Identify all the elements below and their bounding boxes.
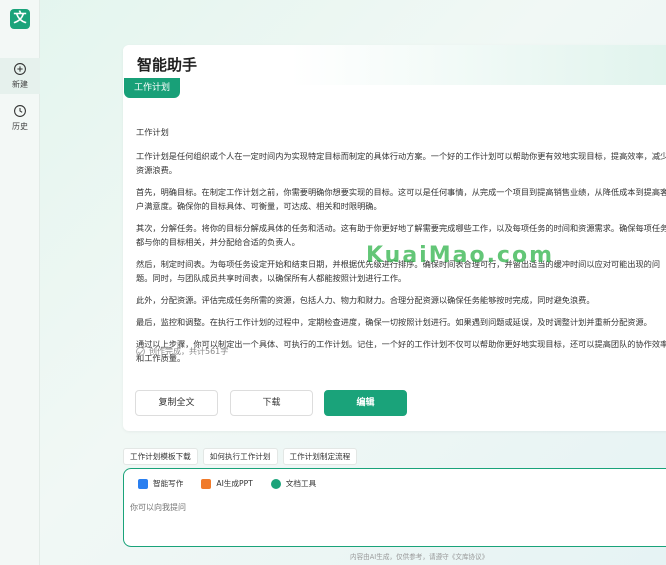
footer-note: 内容由AI生成，仅供参考，请遵守《文库协议》 <box>350 553 489 561</box>
tool-label: AI生成PPT <box>216 479 253 488</box>
card-header: 智能助手 <box>123 45 666 85</box>
watermark: KuaiMao.com <box>366 243 554 268</box>
copy-all-button[interactable]: 复制全文 <box>135 390 218 416</box>
tool-label: 文档工具 <box>285 479 317 488</box>
tool-smart-writing[interactable]: 智能写作 <box>138 478 183 489</box>
writing-icon <box>138 478 148 489</box>
prompt-input[interactable] <box>130 503 666 512</box>
check-circle-icon <box>136 347 145 356</box>
edit-button[interactable]: 编辑 <box>324 390 407 416</box>
new-chat-icon <box>14 63 26 75</box>
ppt-icon <box>201 478 212 489</box>
document-paragraph: 此外，分配资源。评估完成任务所需的资源，包括人力、物力和财力。合理分配资源以确保… <box>136 295 595 305</box>
suggestion-chip[interactable]: 工作计划模板下载 <box>123 448 198 465</box>
page-title: 智能助手 <box>137 56 198 74</box>
suggestion-chip[interactable]: 如何执行工作计划 <box>202 448 278 465</box>
rail-item-new-label: 新建 <box>12 80 28 89</box>
app-logo[interactable]: 文 <box>10 9 30 29</box>
prompt-box: 智能写作 AI生成PPT 文档工具 <box>123 468 666 547</box>
completion-status-text: 创作完成，共计561字 <box>149 347 229 356</box>
rail-item-history[interactable]: 历史 <box>0 104 40 140</box>
tool-label: 智能写作 <box>153 479 184 488</box>
tool-ai-ppt[interactable]: AI生成PPT <box>201 478 253 489</box>
suggestion-chips: 工作计划模板下载 如何执行工作计划 工作计划制定流程 <box>123 448 362 465</box>
rail-item-history-label: 历史 <box>12 122 28 131</box>
rail-item-new[interactable]: 新建 <box>0 58 40 94</box>
history-clock-icon <box>14 105 26 117</box>
tool-bar: 智能写作 AI生成PPT 文档工具 <box>138 478 334 489</box>
document-paragraph: 首先，明确目标。在制定工作计划之前，你需要明确你想要实现的目标。这可以是任何事情… <box>136 187 666 211</box>
completion-status: 创作完成，共计561字 <box>136 346 228 357</box>
suggestion-chip[interactable]: 工作计划制定流程 <box>282 448 358 465</box>
tool-doc-tools[interactable]: 文档工具 <box>270 478 317 489</box>
topic-tag: 工作计划 <box>124 78 181 98</box>
left-rail: 文 新建 历史 <box>0 0 40 565</box>
doc-tools-icon <box>270 478 281 489</box>
document-paragraph: 工作计划是任何组织或个人在一定时间内为实现特定目标而制定的具体行动方案。一个好的… <box>136 151 666 175</box>
document-paragraph: 最后，监控和调整。在执行工作计划的过程中，定期检查进度，确保一切按照计划进行。如… <box>136 317 652 327</box>
download-button[interactable]: 下载 <box>230 390 313 416</box>
document-title: 工作计划 <box>136 127 169 137</box>
result-card: 智能助手 工作计划 工作计划 工作计划是任何组织或个人在一定时间内为实现特定目标… <box>123 45 666 431</box>
